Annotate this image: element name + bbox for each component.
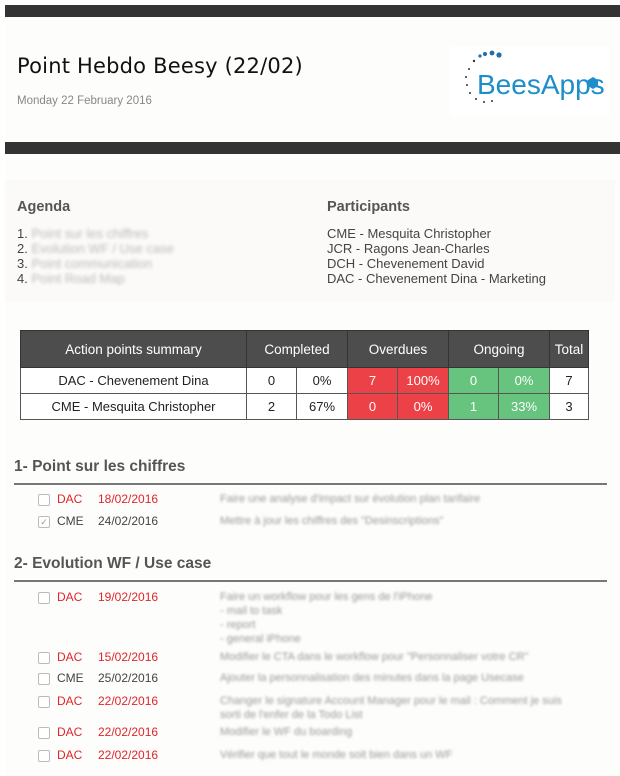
- header-overdues: Overdues: [347, 330, 449, 368]
- action-owner: DAC: [57, 694, 83, 708]
- action-description: Modifier le WF du boarding: [220, 726, 353, 738]
- action-owner: DAC: [57, 492, 83, 506]
- summary-row: CME - Mesquita Christopher 2 67% 0 0% 1 …: [20, 393, 589, 420]
- agenda-item-label: Point sur les chiffres: [31, 226, 149, 241]
- beesapps-logo: BeesApps: [450, 46, 610, 116]
- action-description: Mettre à jour les chiffres des "Desinscr…: [220, 515, 444, 527]
- participant: CME - Mesquita Christopher: [327, 226, 491, 241]
- action-description: Modifier le CTA dans le workflow pour "P…: [220, 651, 529, 663]
- checkbox-unchecked[interactable]: [38, 727, 50, 739]
- action-due-date: 22/02/2016: [98, 725, 159, 739]
- action-owner: DAC: [57, 650, 83, 664]
- checkbox-unchecked[interactable]: [38, 750, 50, 762]
- action-due-date: 22/02/2016: [98, 694, 159, 708]
- agenda-heading: Agenda: [17, 199, 71, 215]
- action-owner: CME: [57, 671, 84, 685]
- action-description: Vérifier que tout le monde soit bien dan…: [220, 749, 453, 761]
- agenda-item[interactable]: 4. Point Road Map: [17, 271, 174, 286]
- section-divider: [14, 483, 607, 485]
- header-total: Total: [549, 330, 589, 368]
- action-points-summary-table: Action points summary Completed Overdues…: [20, 330, 589, 420]
- action-owner: CME: [57, 514, 84, 528]
- agenda-list: 1. Point sur les chiffres 2. Evolution W…: [17, 226, 174, 286]
- person-name: CME - Mesquita Christopher: [20, 393, 247, 420]
- action-description: Changer le signature Account Manager pou…: [220, 695, 562, 721]
- action-description: Ajouter la personnalisation des minutes …: [220, 672, 524, 684]
- ongoing-count: 0: [448, 367, 499, 394]
- header-ongoing: Ongoing: [448, 330, 550, 368]
- ongoing-percent: 33%: [498, 393, 550, 420]
- overdue-percent: 100%: [397, 367, 449, 394]
- agenda-item[interactable]: 3. Point communication: [17, 256, 174, 271]
- checkbox-checked[interactable]: ✓: [38, 516, 50, 528]
- action-due-date: 15/02/2016: [98, 650, 159, 664]
- agenda-item-label: Point Road Map: [31, 271, 125, 286]
- participants-list: CME - Mesquita Christopher JCR - Ragons …: [327, 226, 546, 286]
- section-divider: [14, 580, 607, 582]
- action-owner: DAC: [57, 748, 83, 762]
- header-top-bar: [5, 5, 620, 17]
- completed-percent: 0%: [296, 367, 348, 394]
- action-due-date: 22/02/2016: [98, 748, 159, 762]
- overdue-count: 7: [347, 367, 398, 394]
- completed-count: 0: [246, 367, 297, 394]
- action-due-date: 24/02/2016: [98, 514, 159, 528]
- summary-header-row: Action points summary Completed Overdues…: [20, 330, 589, 368]
- total-count: 7: [549, 367, 589, 394]
- overdue-percent: 0%: [397, 393, 449, 420]
- overdue-count: 0: [347, 393, 398, 420]
- agenda-item[interactable]: 2. Evolution WF / Use case: [17, 241, 174, 256]
- meeting-info-panel: Agenda 1. Point sur les chiffres 2. Evol…: [5, 180, 615, 302]
- agenda-item-number: 3.: [17, 256, 28, 271]
- action-due-date: 25/02/2016: [98, 671, 159, 685]
- checkbox-unchecked[interactable]: [38, 696, 50, 708]
- person-name: DAC - Chevenement Dina: [20, 367, 247, 394]
- agenda-item-number: 1.: [17, 226, 28, 241]
- header-bottom-bar: [5, 142, 620, 154]
- agenda-item-label: Point communication: [31, 256, 153, 271]
- action-due-date: 18/02/2016: [98, 492, 159, 506]
- completed-count: 2: [246, 393, 297, 420]
- agenda-item-label: Evolution WF / Use case: [31, 241, 174, 256]
- page-title: Point Hebdo Beesy (22/02): [17, 54, 303, 78]
- header-completed: Completed: [246, 330, 348, 368]
- header-action-points-summary: Action points summary: [20, 330, 247, 368]
- participants-heading: Participants: [327, 199, 410, 215]
- action-description: Faire une analyse d'impact sur évolution…: [220, 493, 481, 505]
- completed-percent: 67%: [296, 393, 348, 420]
- logo-text: BeesApps: [477, 69, 605, 100]
- checkbox-unchecked[interactable]: [38, 673, 50, 685]
- agenda-item-number: 2.: [17, 241, 28, 256]
- action-due-date: 19/02/2016: [98, 590, 159, 604]
- action-owner: DAC: [57, 590, 83, 604]
- action-description: Faire un workflow pour les gens de l'iPh…: [220, 591, 433, 645]
- agenda-item-number: 4.: [17, 271, 28, 286]
- meeting-date: Monday 22 February 2016: [17, 95, 152, 107]
- ongoing-percent: 0%: [498, 367, 550, 394]
- checkbox-unchecked[interactable]: [38, 494, 50, 506]
- summary-row: DAC - Chevenement Dina 0 0% 7 100% 0 0% …: [20, 367, 589, 394]
- total-count: 3: [549, 393, 589, 420]
- section-title: 1- Point sur les chiffres: [14, 458, 186, 475]
- action-owner: DAC: [57, 725, 83, 739]
- participant: DCH - Chevenement David: [327, 256, 485, 271]
- participant: DAC - Chevenement Dina - Marketing: [327, 271, 546, 286]
- checkbox-unchecked[interactable]: [38, 592, 50, 604]
- section-title: 2- Evolution WF / Use case: [14, 555, 212, 572]
- checkbox-unchecked[interactable]: [38, 652, 50, 664]
- participant: JCR - Ragons Jean-Charles: [327, 241, 490, 256]
- ongoing-count: 1: [448, 393, 499, 420]
- agenda-item[interactable]: 1. Point sur les chiffres: [17, 226, 174, 241]
